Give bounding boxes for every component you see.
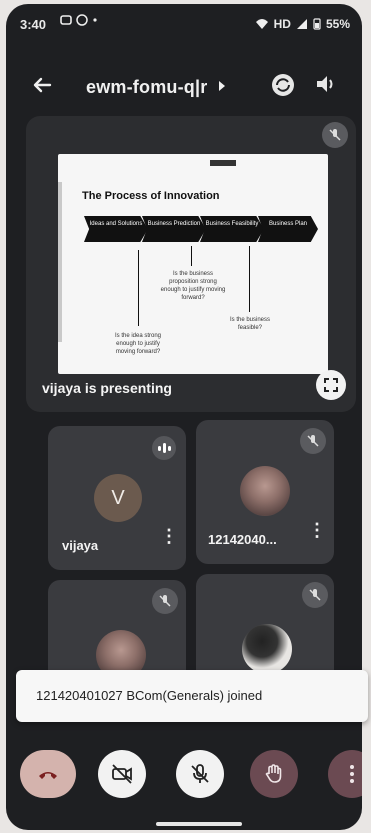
more-options-button[interactable]: [328, 750, 362, 798]
toast-message: 121420401027 BCom(Generals) joined: [36, 688, 263, 703]
slide-step: Business Feasibility: [200, 216, 264, 242]
more-options-icon[interactable]: ⋮: [308, 521, 326, 539]
slide-step: Business Plan: [258, 216, 318, 242]
presenting-label: vijaya is presenting: [42, 380, 172, 396]
status-bar: 3:40 HD 55%: [6, 4, 362, 38]
participant-tile[interactable]: 12142040... ⋮: [196, 420, 334, 564]
back-arrow-icon[interactable]: [32, 74, 52, 102]
meeting-header: ewm-fomu-q|r: [6, 64, 362, 110]
slide-note: Is the business feasible?: [229, 317, 271, 331]
slide-connector: [191, 246, 192, 266]
network-label: HD: [273, 17, 291, 31]
end-call-button[interactable]: [20, 750, 76, 798]
participant-name: vijaya: [62, 538, 99, 553]
slide-note: Is the business proposition strong enoug…: [160, 271, 226, 301]
mic-off-badge-icon: [322, 122, 348, 148]
home-indicator[interactable]: [156, 822, 242, 826]
battery-icon: [313, 18, 321, 30]
slide-note: Is the idea strong enough to justify mov…: [114, 333, 162, 355]
dot-icon: [93, 18, 97, 22]
mic-off-badge-icon: [300, 428, 326, 454]
status-right: HD 55%: [255, 17, 350, 31]
battery-percent: 55%: [325, 17, 350, 31]
signal-icon: [296, 19, 307, 29]
avatar: [240, 466, 290, 516]
slide-step: Business Prediction: [142, 216, 206, 242]
participant-tile[interactable]: V vijaya ⋮: [48, 426, 186, 570]
mic-off-badge-icon: [152, 588, 178, 614]
avatar: V: [94, 474, 142, 522]
wifi-icon: [255, 19, 268, 29]
slide-title: The Process of Innovation: [82, 190, 220, 202]
participant-name: 12142040...: [208, 532, 277, 547]
mic-off-icon: [191, 764, 209, 783]
raise-hand-icon: [265, 764, 282, 783]
avatar: [242, 624, 292, 674]
chevron-right-icon[interactable]: [218, 80, 226, 94]
slide-step: Ideas and Solutions: [84, 216, 148, 242]
slide-connector: [249, 246, 250, 312]
gallery-icon: [60, 15, 72, 25]
slide-edge: [58, 182, 62, 342]
slide-connector: [138, 250, 139, 326]
raise-hand-button[interactable]: [250, 750, 298, 798]
whatsapp-icon: [76, 14, 88, 26]
shared-slide: The Process of Innovation Ideas and Solu…: [58, 154, 328, 374]
presentation-tile[interactable]: The Process of Innovation Ideas and Solu…: [26, 116, 356, 412]
notification-icons: [60, 14, 98, 26]
camera-off-icon: [112, 764, 132, 784]
join-toast: 121420401027 BCom(Generals) joined: [16, 670, 368, 722]
switch-camera-icon[interactable]: [268, 70, 298, 105]
meeting-code[interactable]: ewm-fomu-q|r: [86, 77, 207, 98]
fullscreen-icon[interactable]: [316, 370, 346, 400]
end-call-icon: [39, 772, 57, 779]
camera-toggle-button[interactable]: [98, 750, 146, 798]
mic-off-badge-icon: [302, 582, 328, 608]
status-time: 3:40: [20, 17, 47, 32]
more-options-icon[interactable]: ⋮: [160, 527, 178, 545]
speaking-indicator-icon: [152, 436, 176, 460]
mic-toggle-button[interactable]: [176, 750, 224, 798]
slide-header-mark: [210, 160, 236, 166]
more-options-icon: [350, 765, 354, 783]
speaker-icon[interactable]: [314, 72, 338, 101]
